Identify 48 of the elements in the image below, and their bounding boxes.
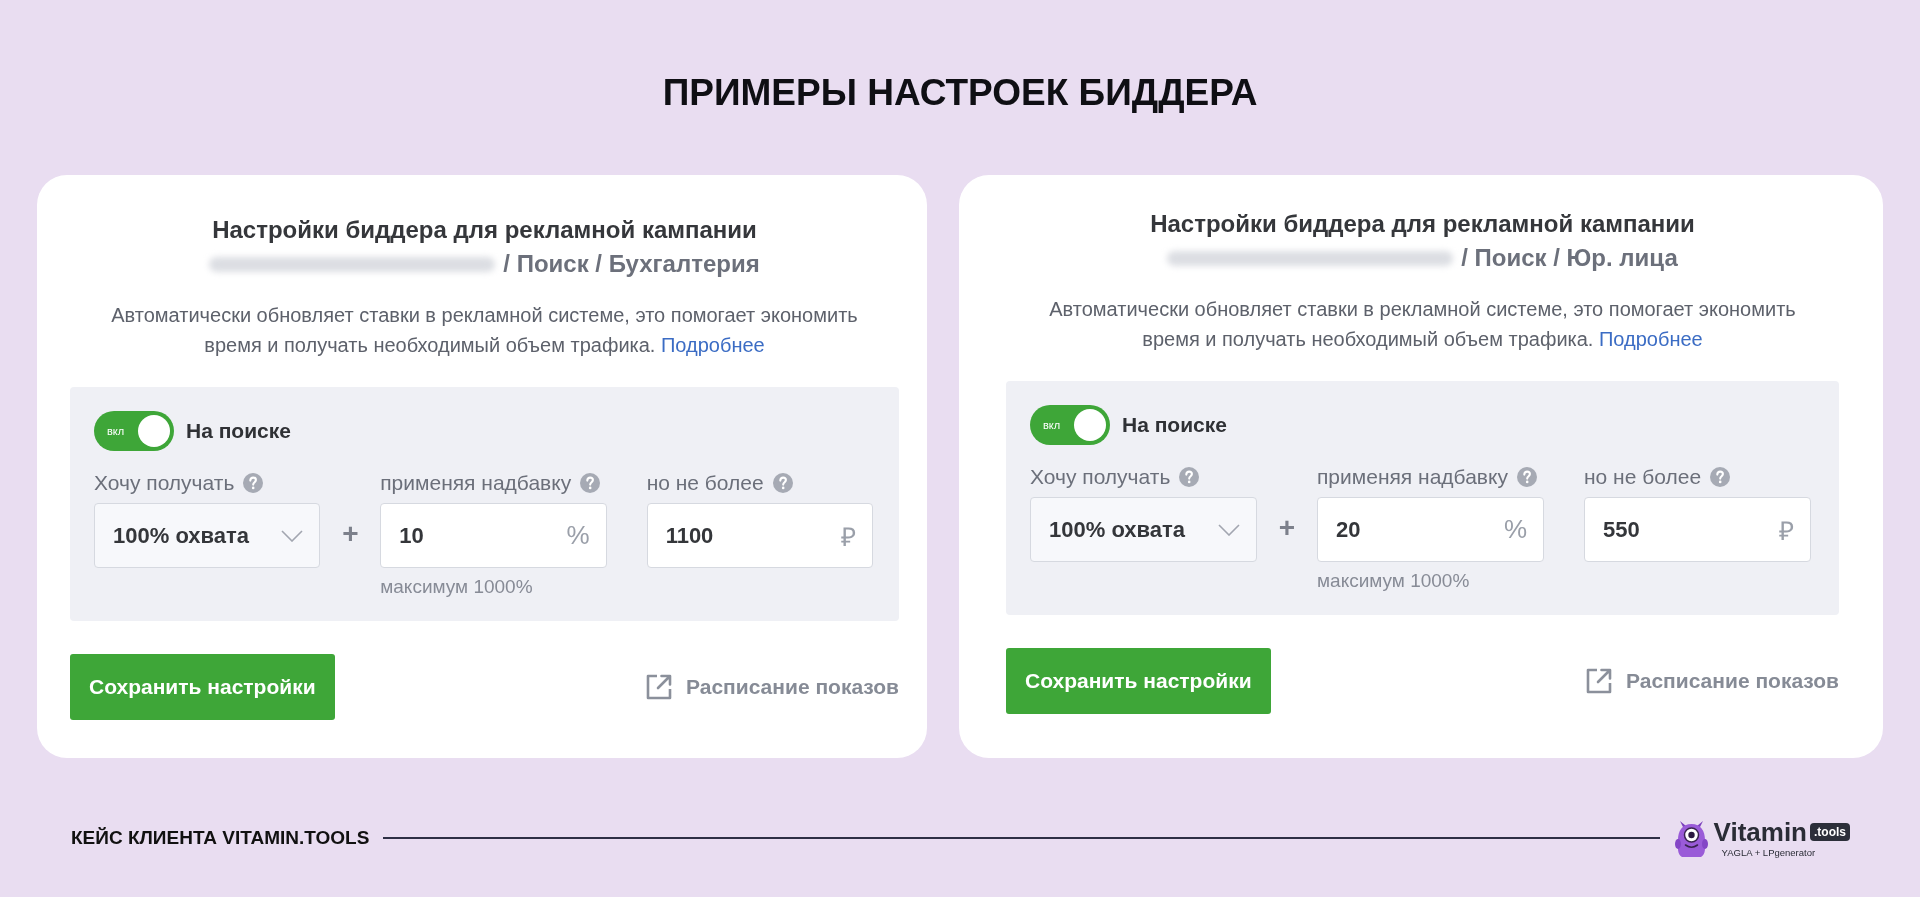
field-label: но не более: [646, 471, 764, 495]
field-label: применяя надбавку: [380, 471, 572, 495]
field-label: Хочу получать: [94, 471, 235, 495]
more-link[interactable]: Подробнее: [1599, 328, 1703, 350]
card-title: Настройки биддера для рекламной кампании: [1150, 209, 1695, 239]
schedule-link[interactable]: Расписание показов: [1585, 667, 1839, 695]
input-field[interactable]: 20 %: [1317, 497, 1544, 562]
campaign-path: / Поиск / Бухгалтерия: [503, 249, 760, 279]
input-field[interactable]: 10 %: [380, 503, 607, 568]
help-icon[interactable]: [1516, 467, 1537, 487]
help-icon[interactable]: [580, 473, 601, 493]
schedule-link[interactable]: Расписание показов: [645, 673, 899, 701]
plus-sign: +: [341, 517, 360, 551]
more-link[interactable]: Подробнее: [661, 334, 765, 356]
logo-wordmark: Vitamin: [1713, 817, 1807, 846]
field-label: Хочу получать: [1030, 465, 1171, 489]
input-field[interactable]: 1100 ₽: [646, 503, 873, 568]
toggle-label: На поиске: [1122, 413, 1227, 437]
plus-sign: +: [1277, 511, 1297, 545]
help-icon[interactable]: [1179, 467, 1200, 487]
card-title: Настройки биддера для рекламной кампании: [212, 215, 757, 245]
campaign-path: / Поиск / Юр. лица: [1461, 243, 1678, 273]
external-link-icon: [1585, 667, 1613, 695]
input-field[interactable]: 550 ₽: [1584, 497, 1811, 562]
select-field[interactable]: 100% охвата: [1030, 497, 1257, 562]
description: Автоматически обновляет ставки в рекламной системе, это помогает экономить время и получать необходимый объем трафика. Подробнее: [110, 303, 859, 358]
toggle-label: На поиске: [186, 419, 291, 443]
toggle-switch[interactable]: вкл: [1030, 405, 1110, 445]
field-label: но не более: [1584, 465, 1702, 489]
help-icon[interactable]: [1710, 467, 1731, 487]
select-field[interactable]: 100% охвата: [94, 503, 321, 568]
help-icon[interactable]: [243, 473, 264, 493]
field-label: применяя надбавку: [1317, 465, 1508, 489]
save-button[interactable]: Сохранить настройки: [1006, 648, 1271, 714]
logo-badge: .tools: [1810, 822, 1850, 841]
chevron-down-icon: [281, 529, 304, 542]
page-title: ПРИМЕРЫ НАСТРОЕК БИДДЕРА: [662, 72, 1258, 114]
chevron-down-icon: [1218, 523, 1240, 536]
save-button[interactable]: Сохранить настройки: [70, 654, 335, 720]
logo-tagline: YAGLA + LPgenerator: [1721, 845, 1817, 859]
field-hint: максимум 1000%: [1317, 570, 1471, 592]
description: Автоматически обновляет ставки в рекламной системе, это помогает экономить время и получать необходимый объем трафика. Подробнее: [1048, 297, 1797, 352]
field-hint: максимум 1000%: [380, 576, 534, 598]
help-icon[interactable]: [772, 473, 793, 493]
monster-mascot-icon: [1672, 818, 1710, 858]
footer-caption: КЕЙС КЛИЕНТА VITAMIN.TOOLS: [71, 827, 370, 849]
toggle-switch[interactable]: вкл: [94, 411, 174, 451]
external-link-icon: [645, 673, 673, 701]
